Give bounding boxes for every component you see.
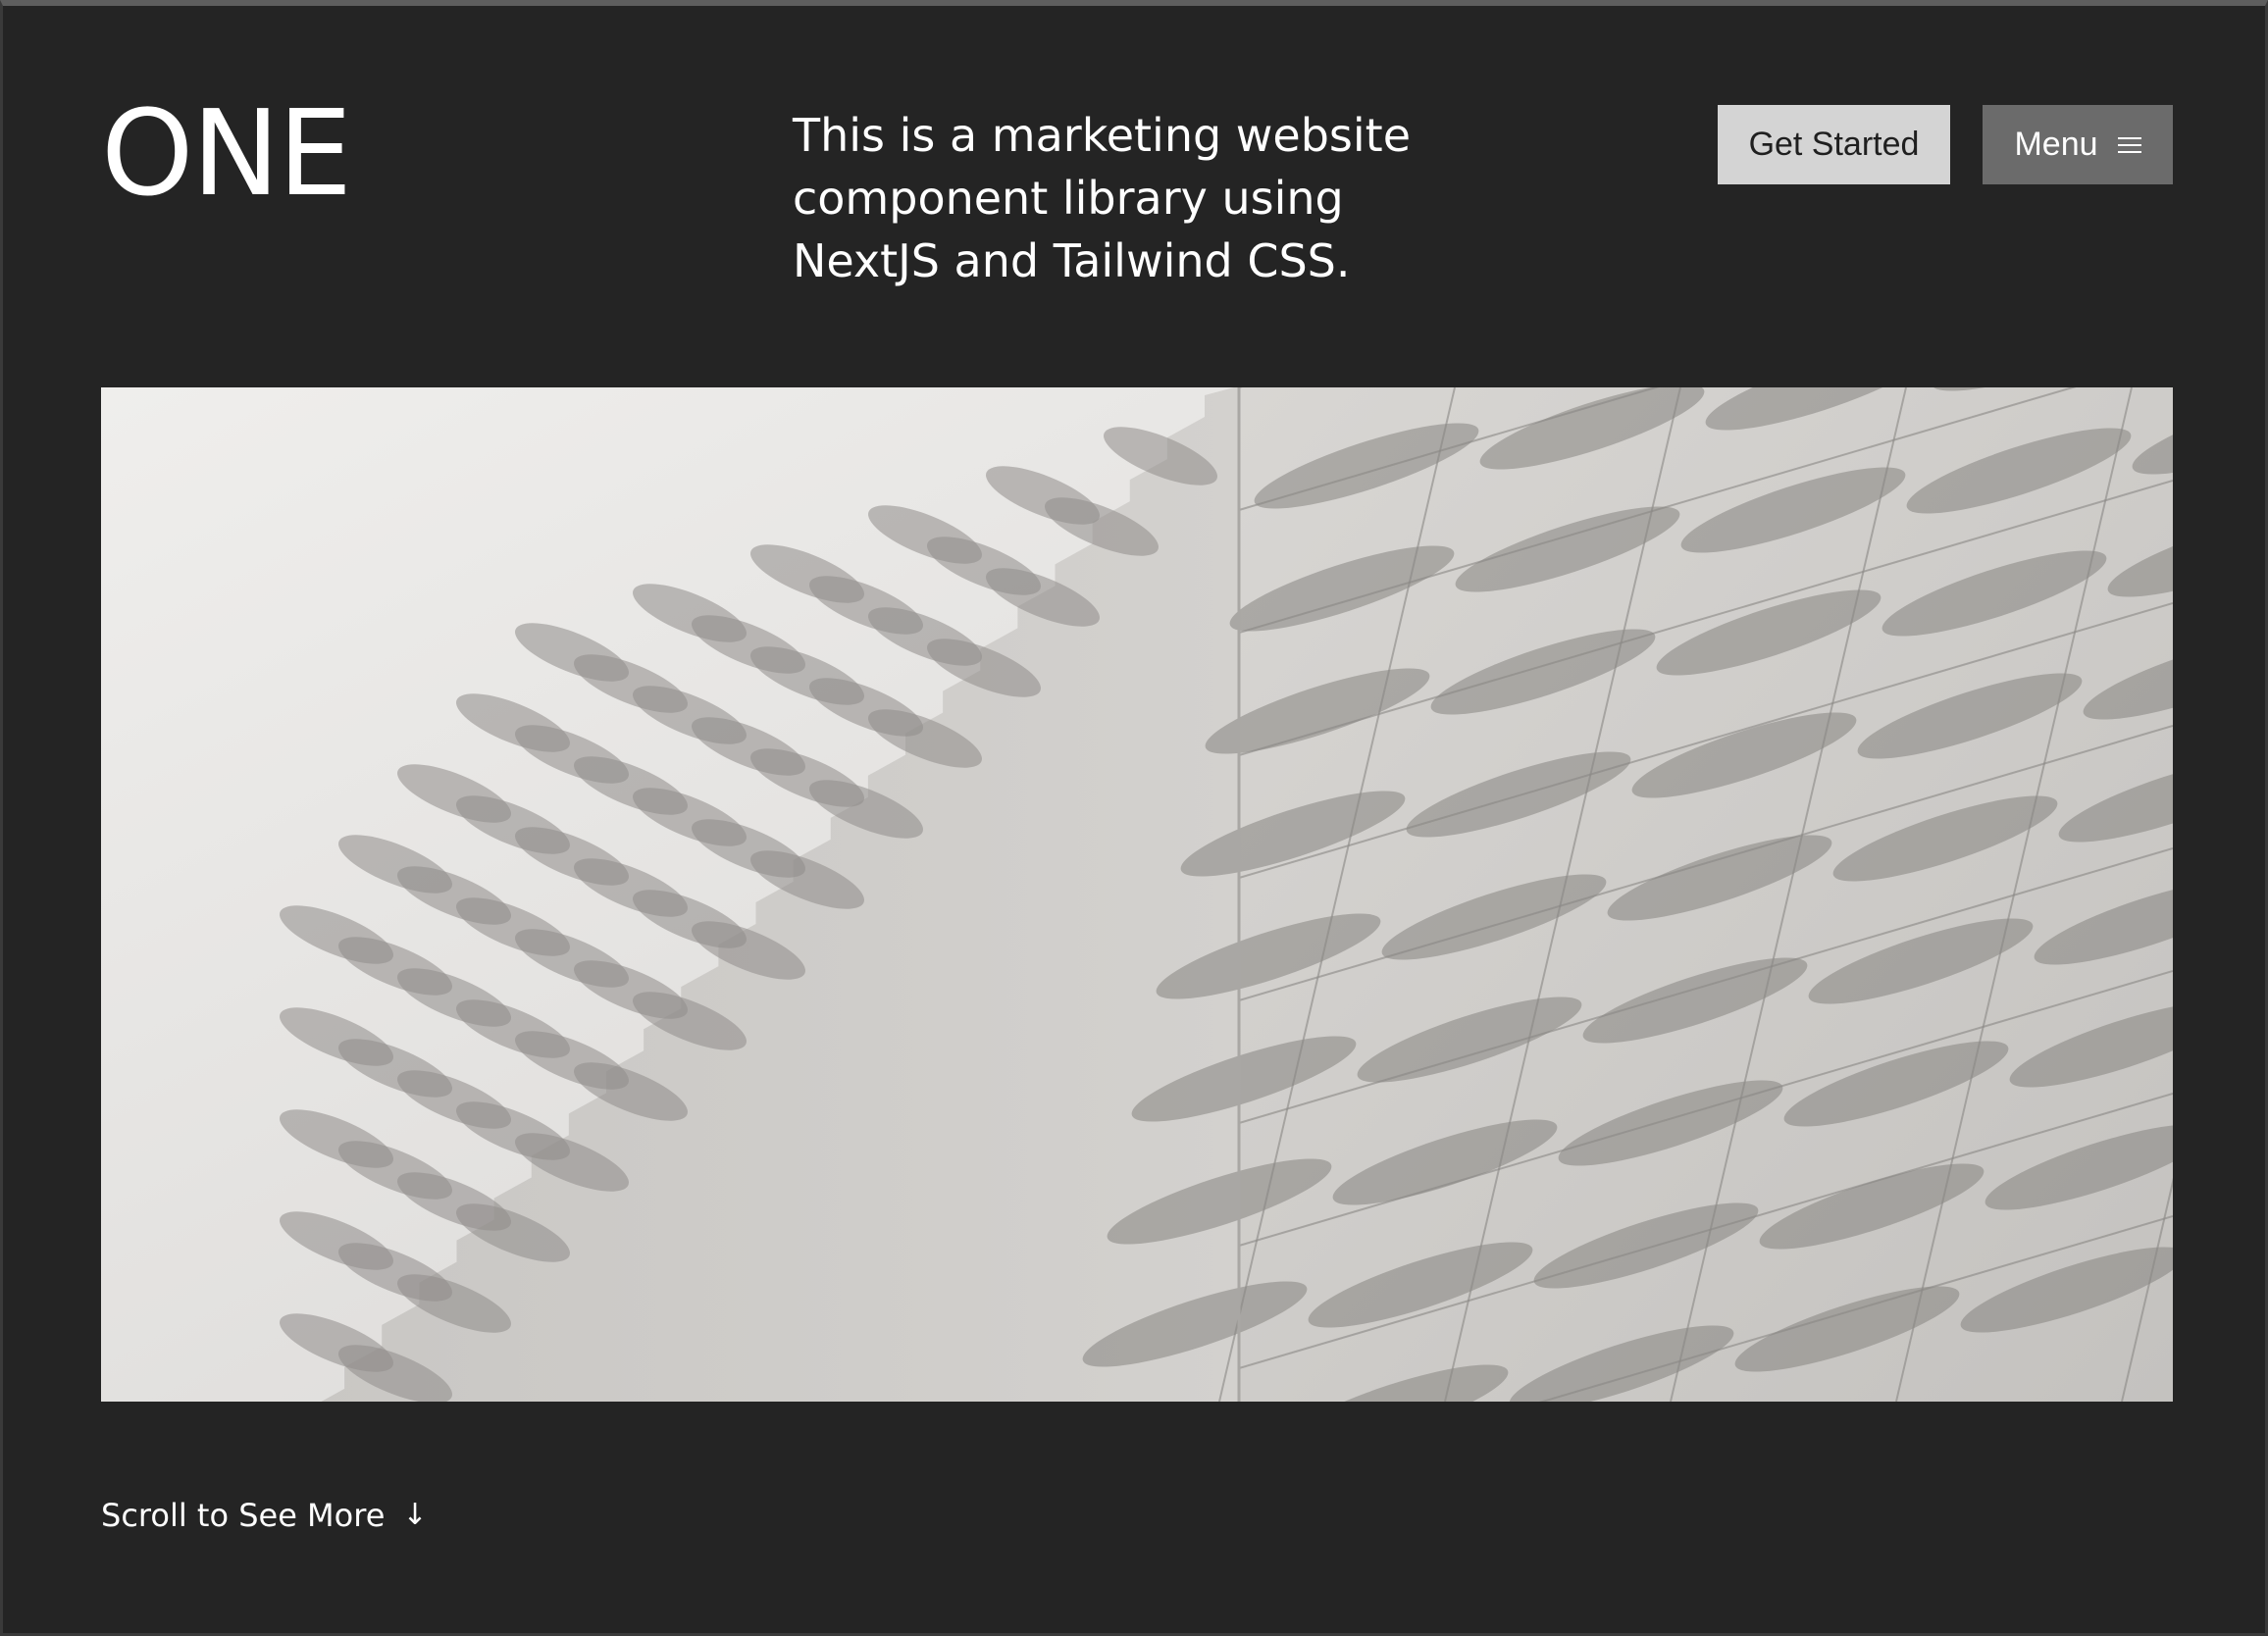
scroll-to-see-more-link[interactable]: Scroll to See More ↓	[101, 1497, 428, 1534]
scroll-label: Scroll to See More	[101, 1497, 386, 1534]
hero-image	[101, 387, 2173, 1402]
get-started-button[interactable]: Get Started	[1718, 105, 1950, 184]
get-started-label: Get Started	[1748, 126, 1920, 163]
hero-tagline: This is a marketing website component li…	[793, 109, 1412, 287]
menu-button[interactable]: Menu	[1983, 105, 2173, 184]
arrow-down-icon: ↓	[402, 1498, 428, 1532]
page: ONE This is a marketing website componen…	[0, 0, 2268, 1636]
logo[interactable]: ONE	[101, 96, 352, 214]
building-facade-illustration	[101, 387, 2173, 1402]
hamburger-icon	[2117, 136, 2141, 153]
menu-label: Menu	[2014, 126, 2098, 163]
